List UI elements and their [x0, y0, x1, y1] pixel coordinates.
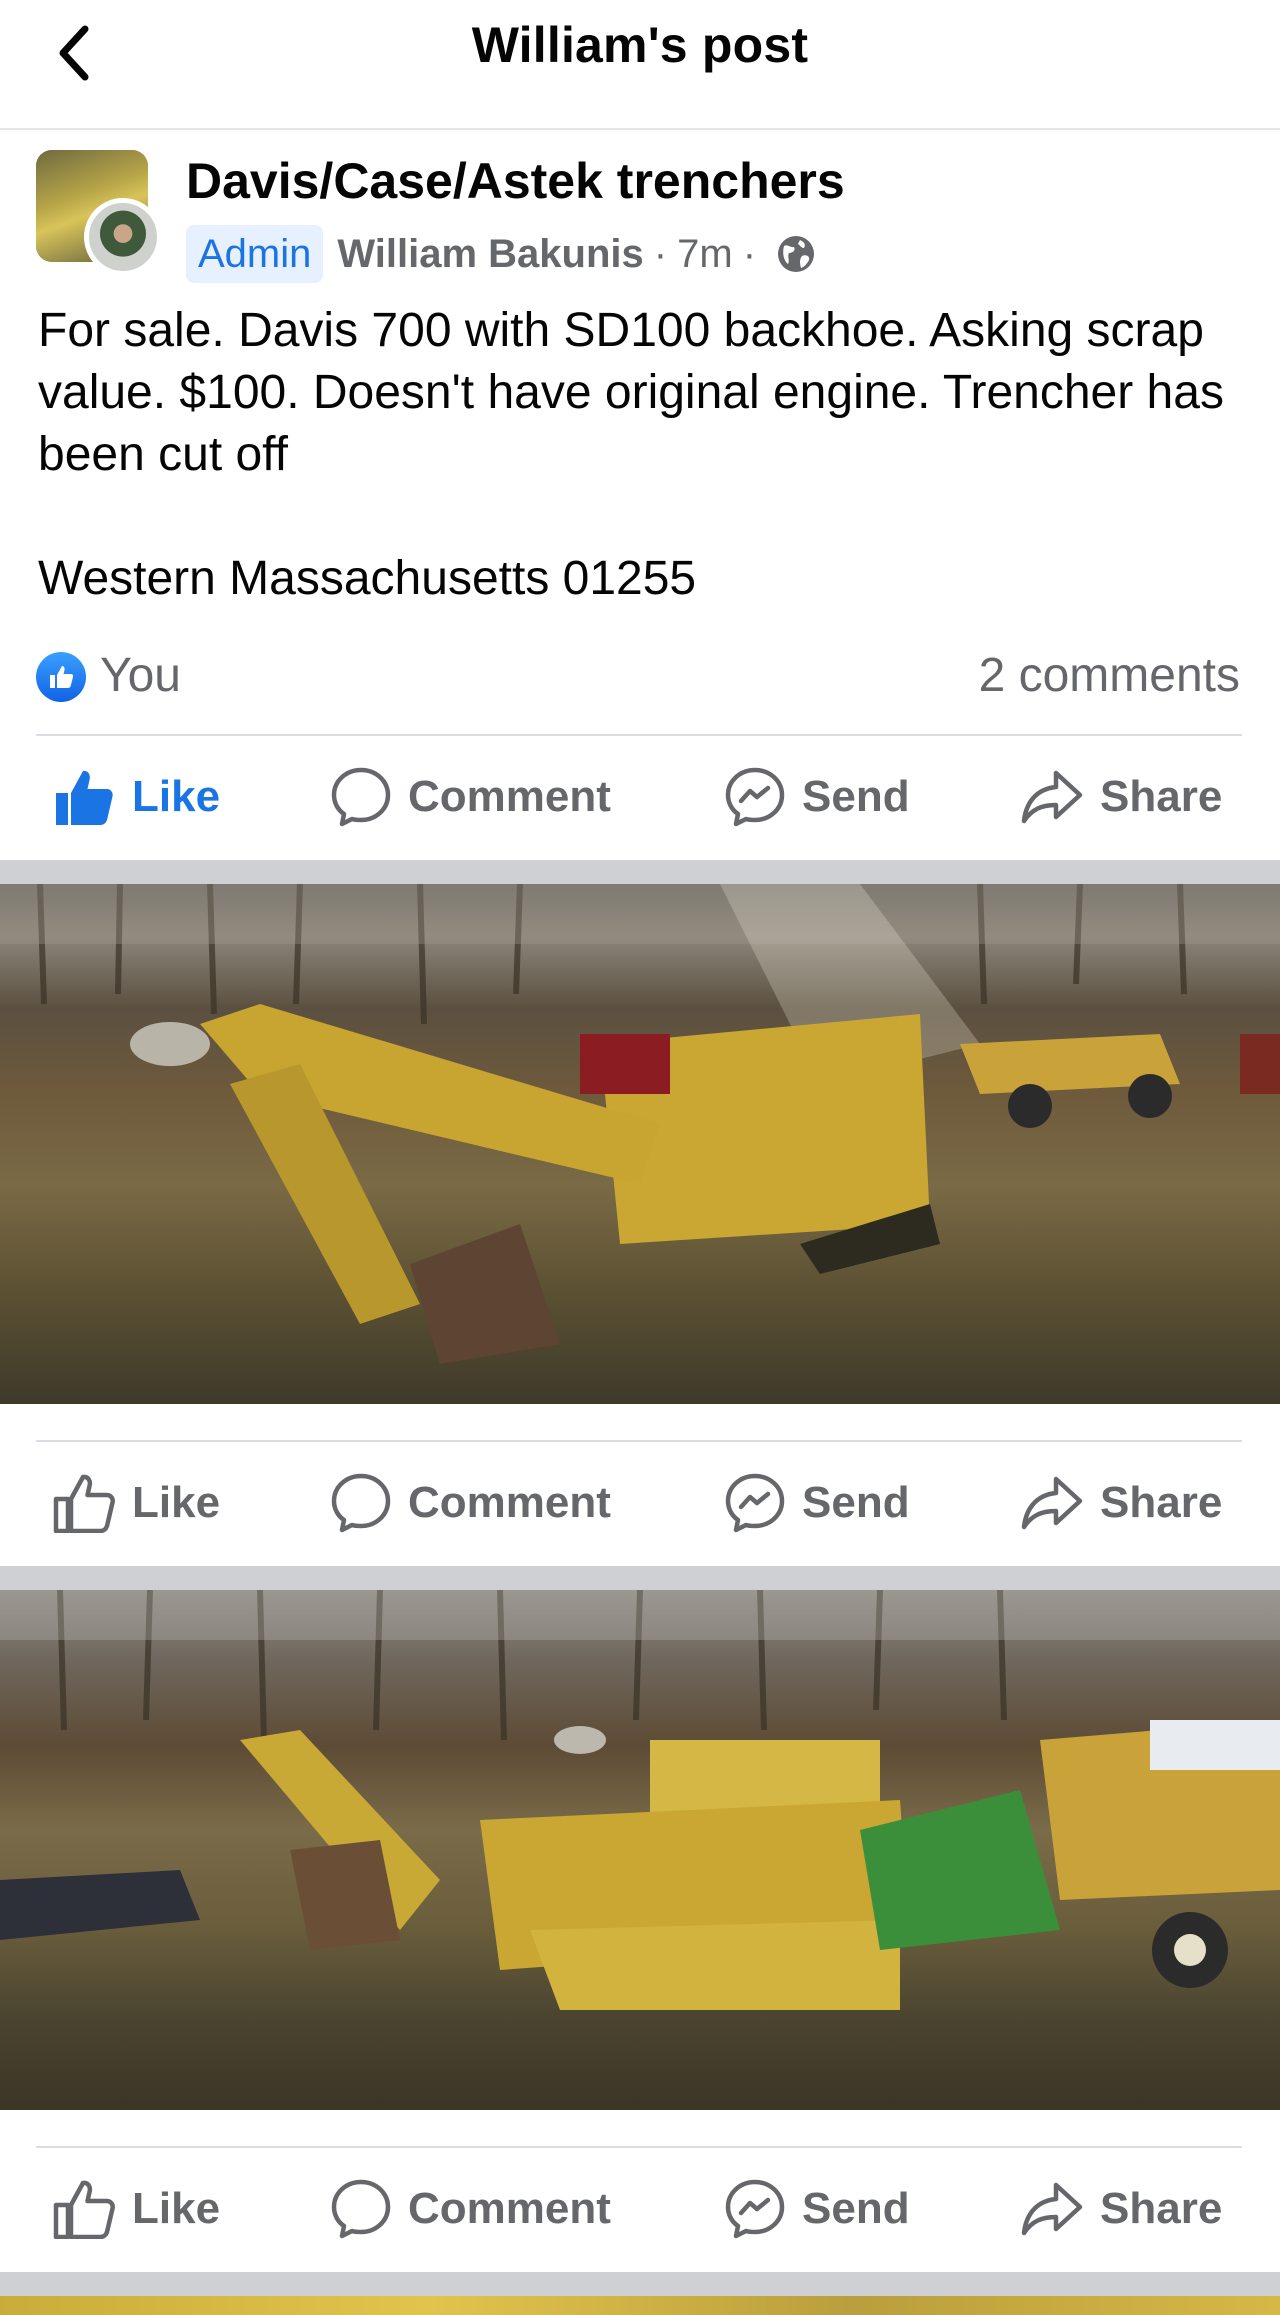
comment-bubble-icon	[331, 1473, 391, 1533]
post-text: For sale. Davis 700 with SD100 backhoe. …	[38, 304, 1224, 605]
send-label: Send	[802, 2184, 910, 2233]
divider	[36, 734, 1242, 736]
share-button[interactable]: Share	[1020, 737, 1222, 857]
share-arrow-icon	[1021, 770, 1083, 824]
share-label: Share	[1100, 772, 1223, 821]
post-photo-2[interactable]	[0, 1590, 1280, 2110]
send-label: Send	[802, 1478, 910, 1527]
photo-1-like-button[interactable]: Like	[52, 1443, 220, 1563]
photo-1-share-button[interactable]: Share	[1020, 1443, 1222, 1563]
group-name-link[interactable]: Davis/Case/Astek trenchers	[186, 150, 845, 212]
globe-icon	[778, 236, 815, 272]
post-timestamp[interactable]: 7m	[677, 232, 733, 277]
divider	[36, 1440, 1242, 1442]
like-label: Like	[132, 772, 221, 821]
comment-button[interactable]: Comment	[330, 737, 611, 857]
share-label: Share	[1100, 2184, 1223, 2233]
post-photo-3[interactable]	[0, 2296, 1280, 2315]
post-photo-1[interactable]	[0, 884, 1280, 1404]
share-label: Share	[1100, 1478, 1223, 1527]
section-separator	[0, 1566, 1280, 1590]
post-meta: Admin William Bakunis · 7m ·	[186, 224, 816, 284]
like-label: Like	[132, 1478, 221, 1527]
send-button[interactable]: Send	[724, 737, 910, 857]
share-arrow-icon	[1021, 1476, 1083, 1530]
thumbs-up-icon	[56, 770, 113, 825]
comment-bubble-icon	[331, 767, 391, 827]
meta-separator-2: ·	[742, 231, 757, 276]
section-separator	[0, 860, 1280, 884]
photo-2-share-button[interactable]: Share	[1020, 2149, 1222, 2269]
thumbs-up-icon	[50, 666, 74, 688]
photo-1-scene	[0, 884, 1280, 1364]
photo-2-like-button[interactable]: Like	[52, 2149, 220, 2269]
like-button[interactable]: Like	[52, 737, 220, 857]
photo-2-scene	[0, 1590, 1280, 2010]
photo-1-comment-button[interactable]: Comment	[330, 1443, 611, 1563]
photo-2-comment-button[interactable]: Comment	[330, 2149, 611, 2269]
photo-2-action-bar: Like Comment Send Share	[0, 2149, 1280, 2269]
photo-2-send-button[interactable]: Send	[724, 2149, 910, 2269]
share-arrow-icon	[1021, 2182, 1083, 2236]
section-separator	[0, 2272, 1280, 2296]
send-label: Send	[802, 772, 910, 821]
photo-1-action-bar: Like Comment Send Share	[0, 1443, 1280, 1563]
comments-count-link[interactable]: 2 comments	[979, 646, 1240, 706]
photo-1-send-button[interactable]: Send	[724, 1443, 910, 1563]
post-header: Davis/Case/Astek trenchers Admin William…	[36, 150, 1246, 283]
comment-bubble-icon	[331, 2179, 391, 2239]
comment-label: Comment	[408, 2184, 611, 2233]
like-label: Like	[132, 2184, 221, 2233]
comment-label: Comment	[408, 1478, 611, 1527]
thumbs-up-icon	[53, 1474, 115, 1533]
thumbs-up-icon	[53, 2180, 115, 2239]
reaction-names: You	[100, 649, 181, 702]
comment-label: Comment	[408, 772, 611, 821]
top-bar: William's post	[0, 0, 1280, 130]
admin-badge: Admin	[186, 225, 324, 283]
messenger-icon	[725, 767, 785, 827]
messenger-icon	[725, 2179, 785, 2239]
meta-separator: ·	[653, 231, 668, 276]
post-action-bar: Like Comment Send Share	[0, 737, 1280, 857]
messenger-icon	[725, 1473, 785, 1533]
author-name-link[interactable]: William Bakunis	[337, 232, 643, 277]
divider	[36, 2146, 1242, 2148]
author-avatar[interactable]	[84, 198, 162, 276]
page-title: William's post	[471, 17, 809, 73]
reactions-summary[interactable]: You 2 comments	[36, 646, 1240, 706]
like-reaction-icon	[36, 652, 86, 702]
